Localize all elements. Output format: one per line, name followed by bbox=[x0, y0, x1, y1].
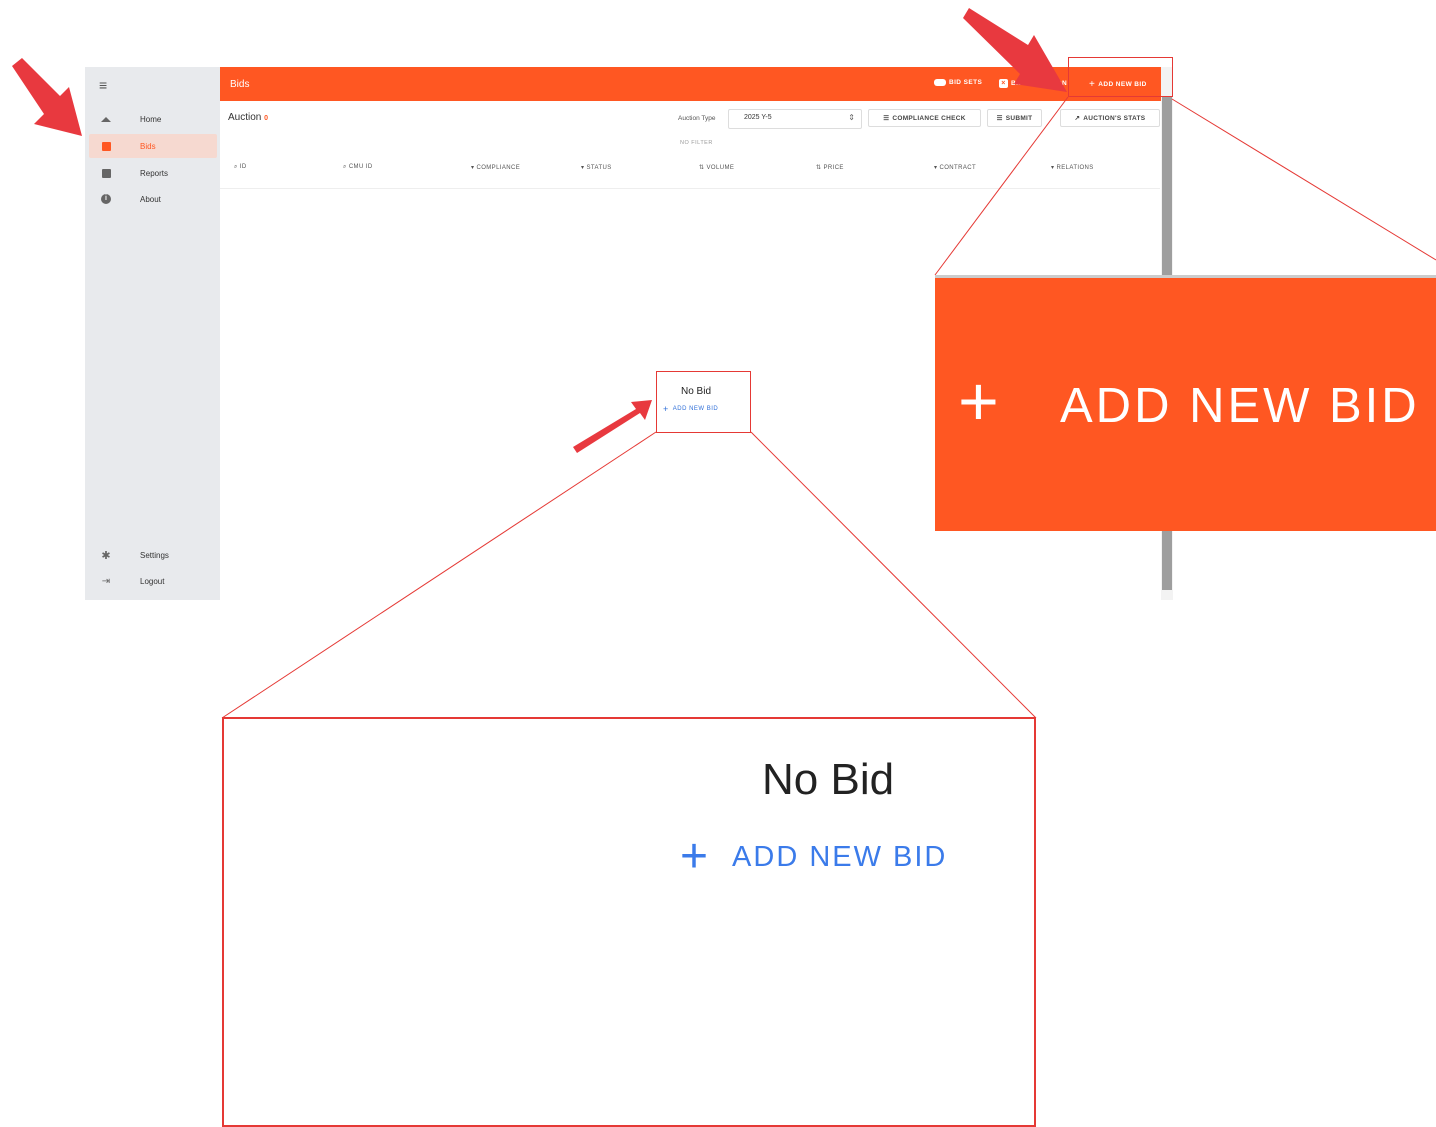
zoom-callout-empty-state: No Bid + ADD NEW BID bbox=[222, 717, 1036, 1127]
zoom-add-new-bid-label: ADD NEW BID bbox=[1060, 379, 1420, 433]
arrow-icon bbox=[12, 58, 82, 136]
connector-line bbox=[1171, 98, 1436, 261]
zoom-add-new-bid-label: ADD NEW BID bbox=[732, 840, 948, 873]
plus-icon: + bbox=[958, 362, 999, 440]
highlight-box bbox=[1068, 57, 1173, 97]
highlight-box bbox=[656, 371, 751, 433]
zoom-add-new-bid: + ADD NEW BID bbox=[680, 830, 948, 883]
arrow-icon bbox=[963, 8, 1067, 92]
arrow-icon bbox=[573, 400, 652, 453]
plus-icon: + bbox=[680, 830, 711, 883]
connector-line bbox=[221, 431, 657, 719]
connector-line bbox=[934, 96, 1069, 276]
zoom-no-bid-title: No Bid bbox=[762, 755, 895, 804]
zoom-callout-add-new-bid: + ADD NEW BID bbox=[935, 275, 1436, 531]
